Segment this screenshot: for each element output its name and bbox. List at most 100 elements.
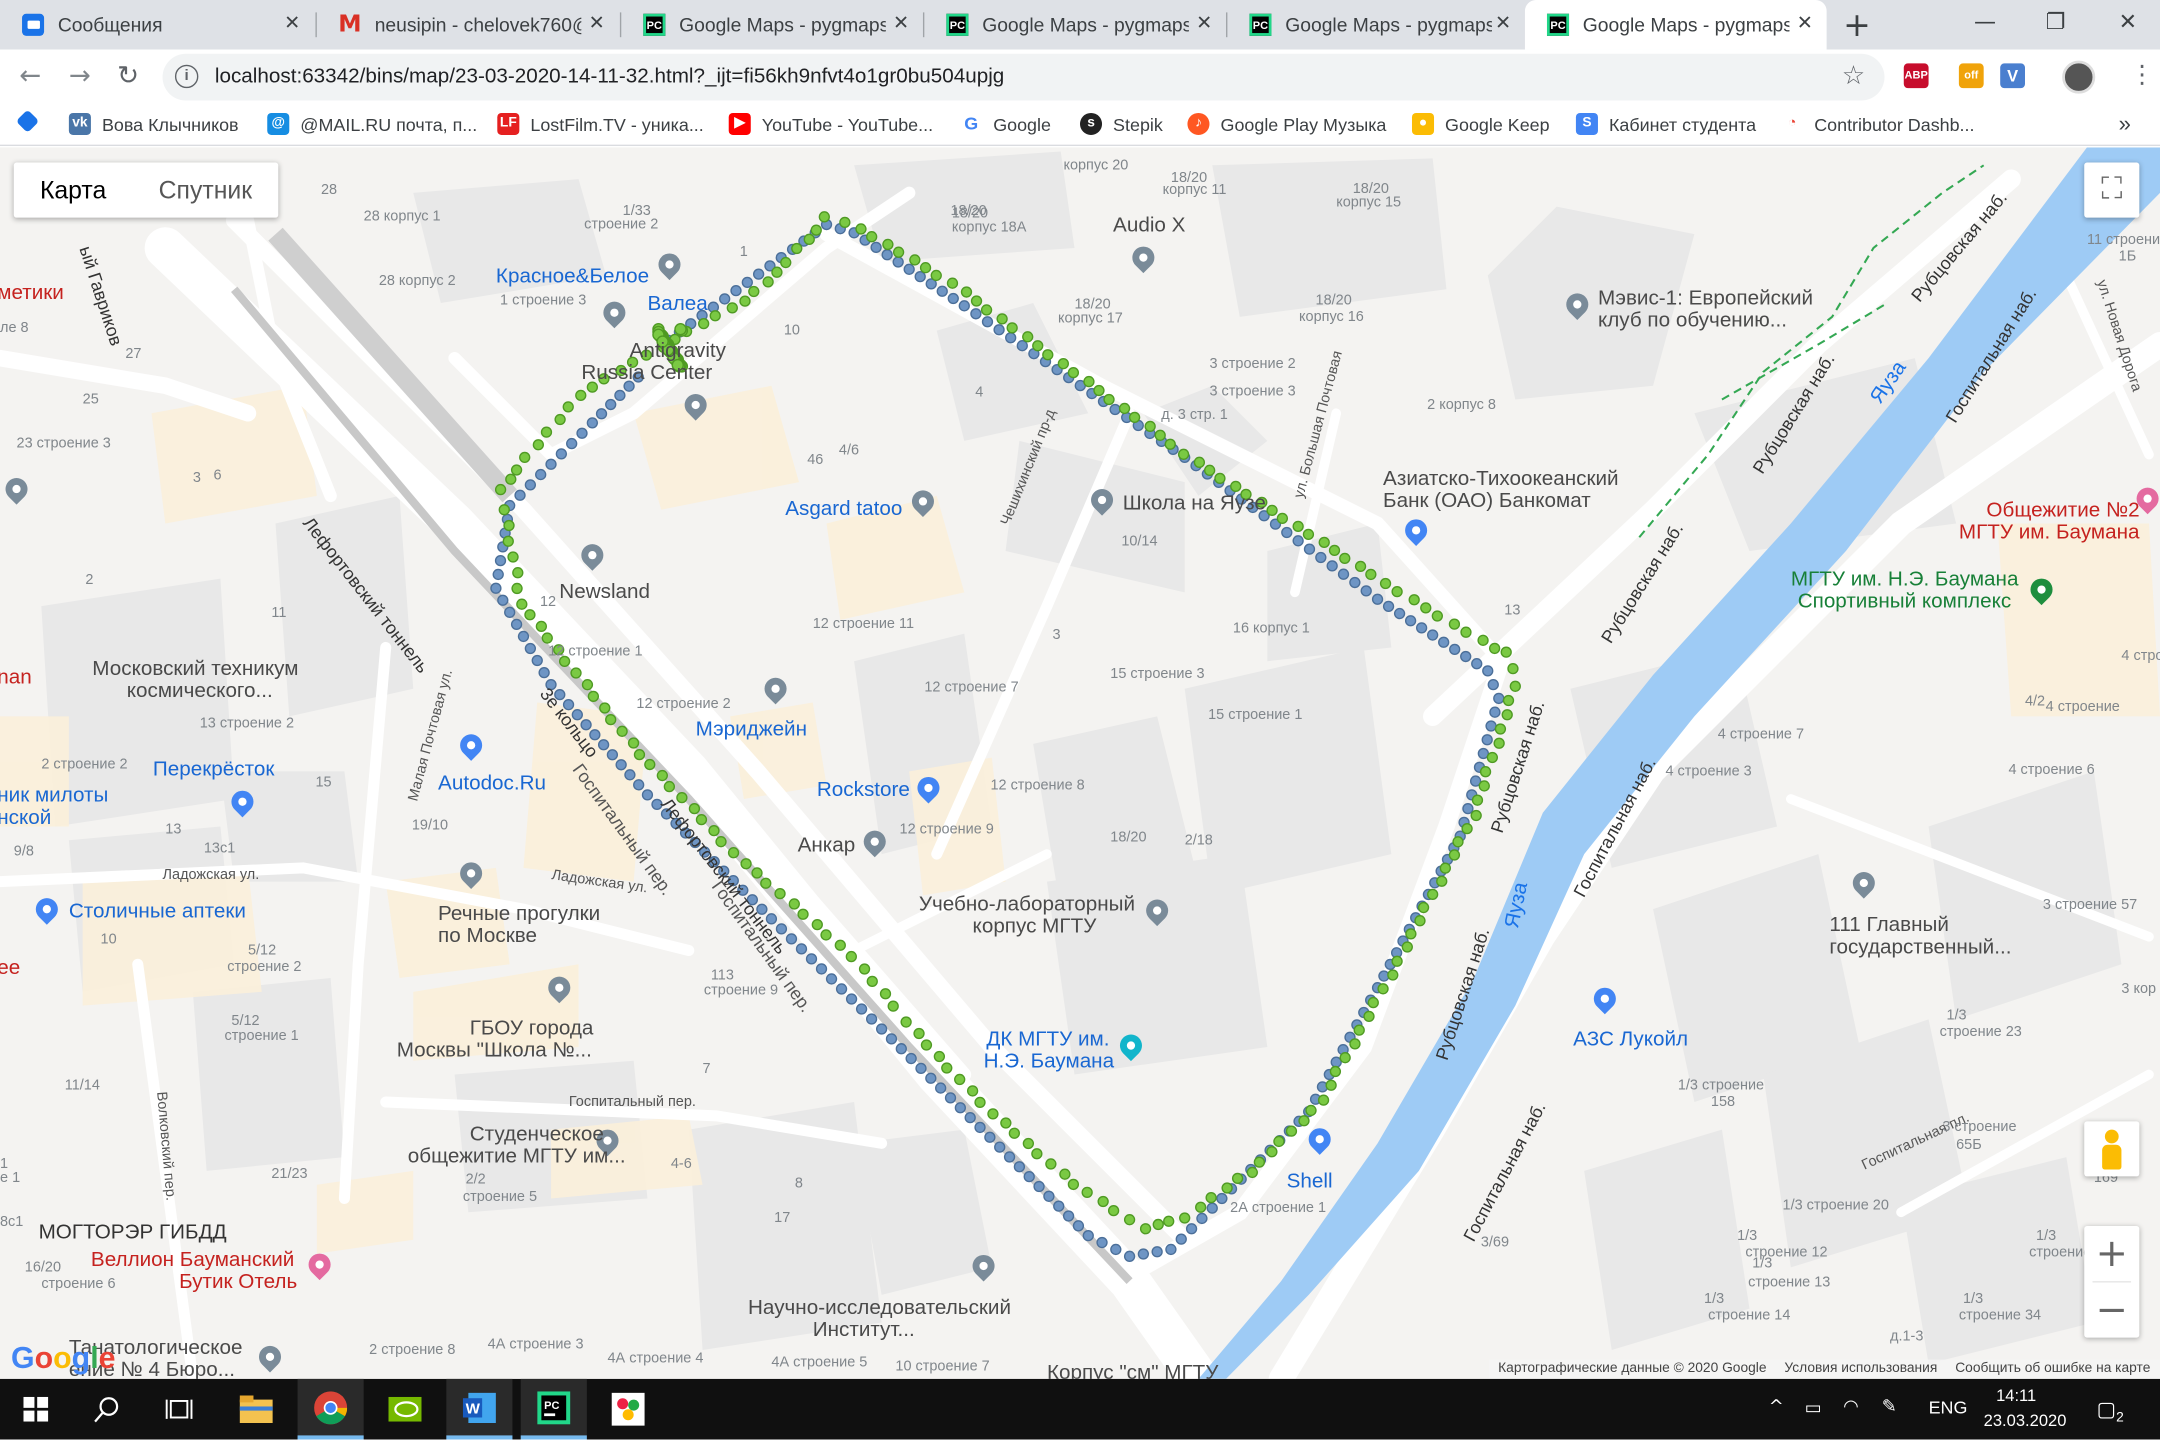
report-error-link[interactable]: Сообщить об ошибке на карте [1955,1360,2150,1379]
poi-label[interactable]: Antigravity [630,340,726,363]
tab-pygmaps-active[interactable]: PC Google Maps - pygmaps ✕ [1524,0,1827,50]
poi-label[interactable]: МОГТОРЭР ГИБДД [39,1221,227,1245]
tab-pygmaps-1[interactable]: PC Google Maps - pygmaps ✕ [621,0,923,50]
start-button[interactable] [3,1379,69,1440]
tab-gmail[interactable]: Mneusipin - chelovek760@g ✕ [317,0,619,50]
taskbar-nvidia[interactable] [372,1379,438,1440]
poi-label[interactable]: Студенческое [470,1123,604,1147]
poi-label[interactable]: МГТУ им. Н.Э. Баумана [1791,568,2019,592]
minimize-button[interactable]: — [1974,8,1996,34]
taskbar-pycharm[interactable]: PC [520,1378,587,1440]
close-icon[interactable]: ✕ [589,12,605,34]
address-bar[interactable]: i localhost:63342/bins/map/23-03-2020-14… [162,53,1885,101]
poi-label[interactable]: космического... [127,680,273,704]
poi-label[interactable]: клуб по обучению... [1598,309,1787,333]
bookmark-google[interactable]: G Google [960,112,1051,135]
street-view-pegman-icon[interactable] [2084,1121,2140,1177]
poi-label[interactable]: МГТУ им. Баумана [1959,521,2140,545]
poi-label[interactable]: Общежитие №2 [1986,499,2139,523]
poi-label[interactable]: Мэриджейн [696,718,807,742]
notifications-icon[interactable]: ▢2 [2097,1397,2124,1426]
off-extension-icon[interactable]: off [1958,63,1984,89]
map-type-satellite-button[interactable]: Спутник [132,163,278,218]
poi-label[interactable]: Бутик Отель [179,1271,297,1294]
poi-label[interactable]: Москвы "Школа №... [397,1039,592,1063]
info-icon[interactable]: i [174,64,199,89]
forward-button[interactable]: → [69,61,91,91]
terms-link[interactable]: Условия использования [1784,1360,1937,1379]
poi-label[interactable]: ник милоты [0,785,108,808]
poi-label[interactable]: Перекрёсток [153,758,274,782]
poi-label[interactable]: Московский техникум [92,658,298,681]
close-icon[interactable]: ✕ [893,12,909,34]
back-button[interactable]: ← [19,61,41,91]
language-indicator[interactable]: ENG [1929,1397,1968,1418]
poi-label[interactable]: Newsland [559,581,650,604]
avatar[interactable] [2062,60,2096,94]
map-canvas[interactable]: метики Красное&Белое Валеа Antigravity R… [0,147,2160,1379]
task-view-button[interactable] [146,1379,212,1440]
poi-label[interactable]: Анкар [798,834,856,858]
url-text[interactable]: localhost:63342/bins/map/23-03-2020-14-1… [215,65,1004,88]
bookmark-student[interactable]: S Кабинет студента [1575,112,1756,135]
bookmark-vk[interactable]: vk Вова Клычников [68,112,239,135]
clock-date[interactable]: 23.03.2020 [1984,1411,2067,1430]
bookmark-keep[interactable]: ● Google Keep [1411,112,1550,135]
v-extension-icon[interactable]: V [2000,63,2025,89]
bookmark-lostfilm[interactable]: LF LostFilm.TV - уника... [497,112,704,135]
poi-label[interactable]: Корпус "см" МГТУ [1047,1362,1218,1379]
poi-label[interactable]: Речные прогулки [438,903,600,927]
poi-label[interactable]: Красное&Белое [496,265,649,289]
poi-label[interactable]: Спортивный комплекс [1798,590,2011,614]
poi-label[interactable]: Школа на Яузе [1123,492,1266,516]
poi-label[interactable]: Н.Э. Баумана [984,1050,1115,1074]
clock-time[interactable]: 14:11 [1996,1386,2036,1405]
poi-label[interactable]: 111 Главный [1829,914,1949,938]
close-icon[interactable]: ✕ [1196,12,1212,34]
poi-label[interactable]: Азиатско-Тихоокеанский [1383,468,1619,491]
zoom-out-button[interactable]: − [2084,1282,2139,1337]
tray-expand-icon[interactable]: ^ [1769,1397,1784,1418]
poi-label[interactable]: по Москве [438,925,537,949]
reload-button[interactable]: ↻ [117,61,139,91]
poi-label[interactable]: Банк (ОАО) Банкомат [1383,490,1591,513]
poi-label[interactable]: Веллион Бауманский [91,1249,294,1272]
poi-label[interactable]: Столичные аптеки [69,900,246,924]
taskbar-chrome[interactable] [297,1378,364,1440]
poi-label[interactable]: Учебно-лабораторный [919,893,1135,917]
poi-label[interactable]: Audio X [1113,214,1185,238]
close-icon[interactable]: ✕ [1495,12,1511,34]
poi-label[interactable]: Мэвис-1: Европейский [1598,287,1813,311]
maximize-button[interactable]: ❐ [2046,8,2066,34]
poi-label[interactable]: Shell [1287,1170,1333,1194]
bookmark-star-icon[interactable]: ☆ [1842,61,1865,91]
fullscreen-button[interactable]: ⛶ [2084,162,2140,218]
poi-label[interactable]: Институт... [813,1319,915,1343]
bookmark-stepik[interactable]: s Stepik [1079,112,1163,135]
adblock-icon[interactable]: ABP [1903,63,1929,89]
poi-label[interactable]: Autodoc.Ru [438,772,546,796]
taskbar-word[interactable]: W [446,1378,513,1440]
menu-icon[interactable]: ⋮ [2130,61,2155,90]
poi-label[interactable]: Rockstore [817,779,910,803]
tab-pygmaps-3[interactable]: PC Google Maps - pygmaps ✕ [1227,0,1525,50]
bookmark-contributor[interactable]: ◔ Contributor Dashb... [1781,112,1975,135]
bookmark-youtube[interactable]: ▶ YouTube - YouTube... [728,112,933,135]
zoom-in-button[interactable]: + [2084,1226,2139,1281]
window-close-button[interactable]: ✕ [2119,8,2137,34]
bookmark-diamond[interactable] [15,109,47,133]
poi-label[interactable]: общежитие МГТУ им... [408,1145,626,1169]
google-logo[interactable]: Google [11,1340,116,1376]
poi-label[interactable]: Asgard tatoo [785,498,902,522]
poi-label[interactable]: ДК МГТУ им. [986,1028,1109,1052]
taskbar-explorer[interactable] [223,1379,289,1440]
taskbar-app[interactable] [595,1379,661,1440]
volume-icon[interactable]: ✎ [1882,1397,1897,1418]
poi-label[interactable]: АЗС Лукойл [1573,1028,1688,1052]
tab-pygmaps-2[interactable]: PC Google Maps - pygmaps ✕ [924,0,1226,50]
search-button[interactable] [74,1379,140,1440]
poi-label[interactable]: нской [0,807,51,830]
close-icon[interactable]: ✕ [284,12,300,34]
bookmark-mail[interactable]: @ @MAIL.RU почта, п... [267,112,477,135]
tab-messages[interactable]: Сообщения ✕ [0,0,314,50]
